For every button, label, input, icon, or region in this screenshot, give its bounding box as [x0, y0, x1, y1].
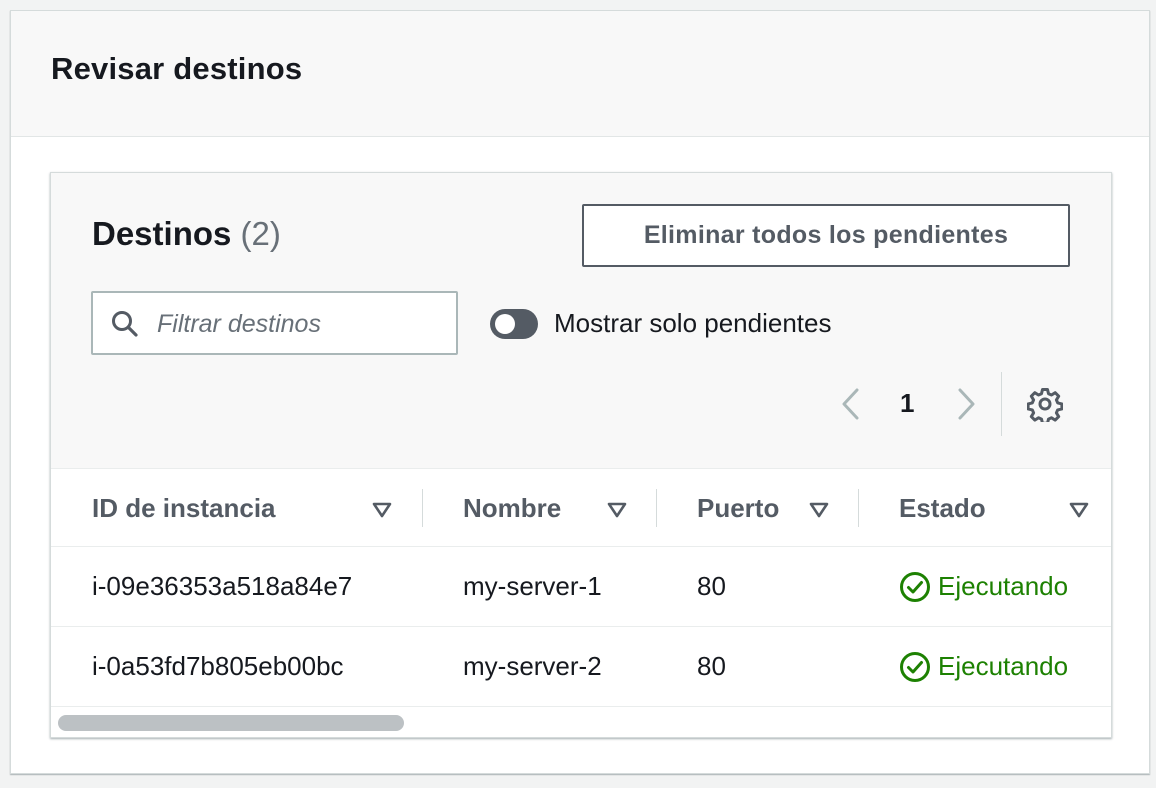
cell-name: my-server-2 [463, 651, 602, 681]
column-divider[interactable] [422, 489, 423, 527]
show-pending-only-toggle[interactable] [490, 309, 538, 339]
sort-down-icon[interactable] [372, 502, 392, 518]
gear-icon[interactable] [1027, 386, 1063, 422]
cell-instance-id: i-09e36353a518a84e7 [92, 571, 353, 601]
sort-down-icon[interactable] [1069, 502, 1089, 518]
remove-all-pending-button[interactable]: Eliminar todos los pendientes [582, 204, 1070, 267]
table-row[interactable]: i-09e36353a518a84e7 my-server-1 80 Ejecu… [51, 547, 1111, 627]
check-circle-icon [900, 652, 930, 682]
targets-table: ID de instancia Nombre Puerto Estado i-0… [51, 468, 1111, 707]
targets-header: Destinos (2) Eliminar todos los pendient… [51, 173, 1111, 468]
cell-port: 80 [697, 651, 726, 681]
filter-targets-input[interactable] [155, 301, 449, 347]
panel-header: Revisar destinos [11, 11, 1149, 137]
horizontal-scrollbar[interactable] [58, 715, 404, 731]
table-header-row: ID de instancia Nombre Puerto Estado [51, 468, 1111, 547]
sort-down-icon[interactable] [809, 502, 829, 518]
cell-status: Ejecutando [938, 651, 1069, 681]
targets-container: Destinos (2) Eliminar todos los pendient… [50, 172, 1112, 738]
cell-status: Ejecutando [938, 571, 1069, 601]
column-divider[interactable] [858, 489, 859, 527]
targets-count: (2) [240, 215, 281, 252]
chevron-left-icon[interactable] [839, 387, 863, 421]
cell-port: 80 [697, 571, 726, 601]
column-header-name[interactable]: Nombre [463, 493, 561, 524]
search-icon [112, 311, 138, 337]
column-header-port[interactable]: Puerto [697, 493, 779, 524]
column-divider[interactable] [656, 489, 657, 527]
filter-targets-field [91, 291, 458, 355]
column-header-status[interactable]: Estado [899, 493, 986, 524]
cell-name: my-server-1 [463, 571, 602, 601]
pagination-divider [1001, 372, 1002, 436]
column-header-instance-id[interactable]: ID de instancia [92, 493, 276, 524]
targets-title-text: Destinos [92, 215, 232, 252]
panel-title: Revisar destinos [51, 51, 303, 86]
toggle-knob [495, 314, 515, 334]
review-targets-panel: Revisar destinos Destinos (2) Eliminar t… [10, 10, 1150, 774]
table-row[interactable]: i-0a53fd7b805eb00bc my-server-2 80 Ejecu… [51, 627, 1111, 707]
cell-instance-id: i-0a53fd7b805eb00bc [92, 651, 344, 681]
sort-down-icon[interactable] [607, 502, 627, 518]
chevron-right-icon[interactable] [954, 387, 978, 421]
check-circle-icon [900, 572, 930, 602]
show-pending-only-label: Mostrar solo pendientes [554, 308, 832, 338]
targets-title: Destinos (2) [92, 215, 281, 253]
current-page-number[interactable]: 1 [900, 388, 914, 419]
